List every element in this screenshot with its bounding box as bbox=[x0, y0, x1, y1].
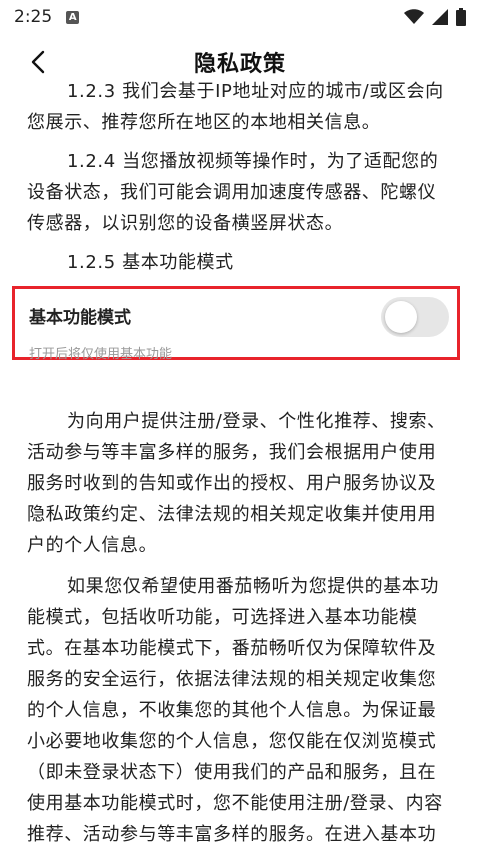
basic-mode-toggle[interactable] bbox=[381, 297, 449, 337]
notification-a-icon: A bbox=[66, 10, 80, 24]
status-time: 2:25 bbox=[14, 7, 53, 27]
back-button[interactable] bbox=[20, 44, 56, 80]
signal-icon bbox=[432, 9, 448, 25]
wifi-icon bbox=[404, 9, 424, 24]
paragraph-basic-mode-info: 如果您仅希望使用番茄畅听为您提供的基本功能模式，包括收听功能，可选择进入基本功能… bbox=[27, 576, 443, 845]
battery-icon bbox=[456, 8, 466, 26]
page-title: 隐私政策 bbox=[193, 52, 286, 77]
section-heading-1-2-5: 1.2.5 基本功能模式 bbox=[67, 252, 234, 273]
paragraph-1-2-3: 1.2.3 我们会基于IP地址对应的城市/或区会向您展示、推荐您所在地区的本地相… bbox=[27, 81, 444, 133]
policy-content[interactable]: 1.2.3 我们会基于IP地址对应的城市/或区会向您展示、推荐您所在地区的本地相… bbox=[0, 80, 480, 853]
toggle-knob bbox=[385, 301, 417, 333]
status-bar: 2:25 A bbox=[0, 0, 480, 34]
basic-mode-subtitle: 打开后将仅使用基本功能 bbox=[29, 347, 173, 362]
chevron-left-icon bbox=[31, 50, 45, 74]
status-left: 2:25 A bbox=[14, 7, 80, 27]
basic-mode-label: 基本功能模式 bbox=[29, 308, 131, 328]
paragraph-service-info: 为向用户提供注册/登录、个性化推荐、搜索、活动参与等丰富多样的服务，我们会根据用… bbox=[27, 411, 446, 556]
paragraph-1-2-4: 1.2.4 当您播放视频等操作时，为了适配您的设备状态，我们可能会调用加速度传感… bbox=[27, 151, 439, 234]
status-right bbox=[404, 8, 466, 26]
basic-mode-card: 基本功能模式 打开后将仅使用基本功能 bbox=[12, 286, 460, 362]
